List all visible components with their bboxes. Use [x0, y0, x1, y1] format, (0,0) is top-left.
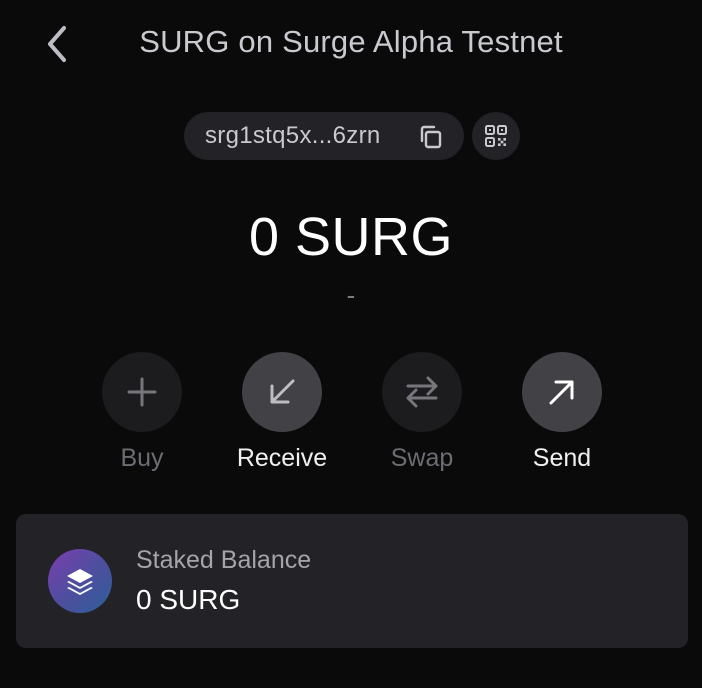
buy-label: Buy [120, 444, 164, 472]
arrow-down-left-icon [270, 379, 295, 404]
receive-button[interactable]: Receive [232, 352, 332, 473]
layers-icon [67, 569, 93, 595]
staked-balance-label: Staked Balance [136, 546, 312, 574]
send-circle [522, 352, 602, 432]
send-label: Send [532, 444, 592, 472]
page-title: SURG on Surge Alpha Testnet [139, 24, 563, 59]
plus-icon [127, 377, 157, 407]
swap-arrows-icon [406, 376, 438, 408]
token-balance: 0 SURG [248, 207, 454, 267]
staked-balance-card[interactable]: Staked Balance 0 SURG [16, 514, 688, 648]
staked-balance-value: 0 SURG [136, 584, 241, 615]
buy-circle [102, 352, 182, 432]
swap-label: Swap [390, 444, 454, 472]
address-copy-button[interactable]: srg1stq5x...6zrn [184, 112, 464, 160]
address-row: srg1stq5x...6zrn [0, 112, 702, 160]
swap-button[interactable]: Swap [372, 352, 472, 473]
receive-circle [242, 352, 322, 432]
swap-circle [382, 352, 462, 432]
stake-token-avatar [48, 549, 112, 613]
qr-code-button[interactable] [472, 112, 520, 160]
address-text: srg1stq5x...6zrn [205, 122, 381, 149]
fiat-value: - [346, 280, 356, 310]
buy-button[interactable]: Buy [92, 352, 192, 473]
copy-icon [420, 125, 442, 149]
arrow-up-right-icon [549, 380, 574, 405]
receive-label: Receive [236, 444, 328, 472]
header: SURG on Surge Alpha Testnet [0, 0, 702, 88]
qr-code-icon [485, 125, 507, 147]
send-button[interactable]: Send [512, 352, 612, 473]
